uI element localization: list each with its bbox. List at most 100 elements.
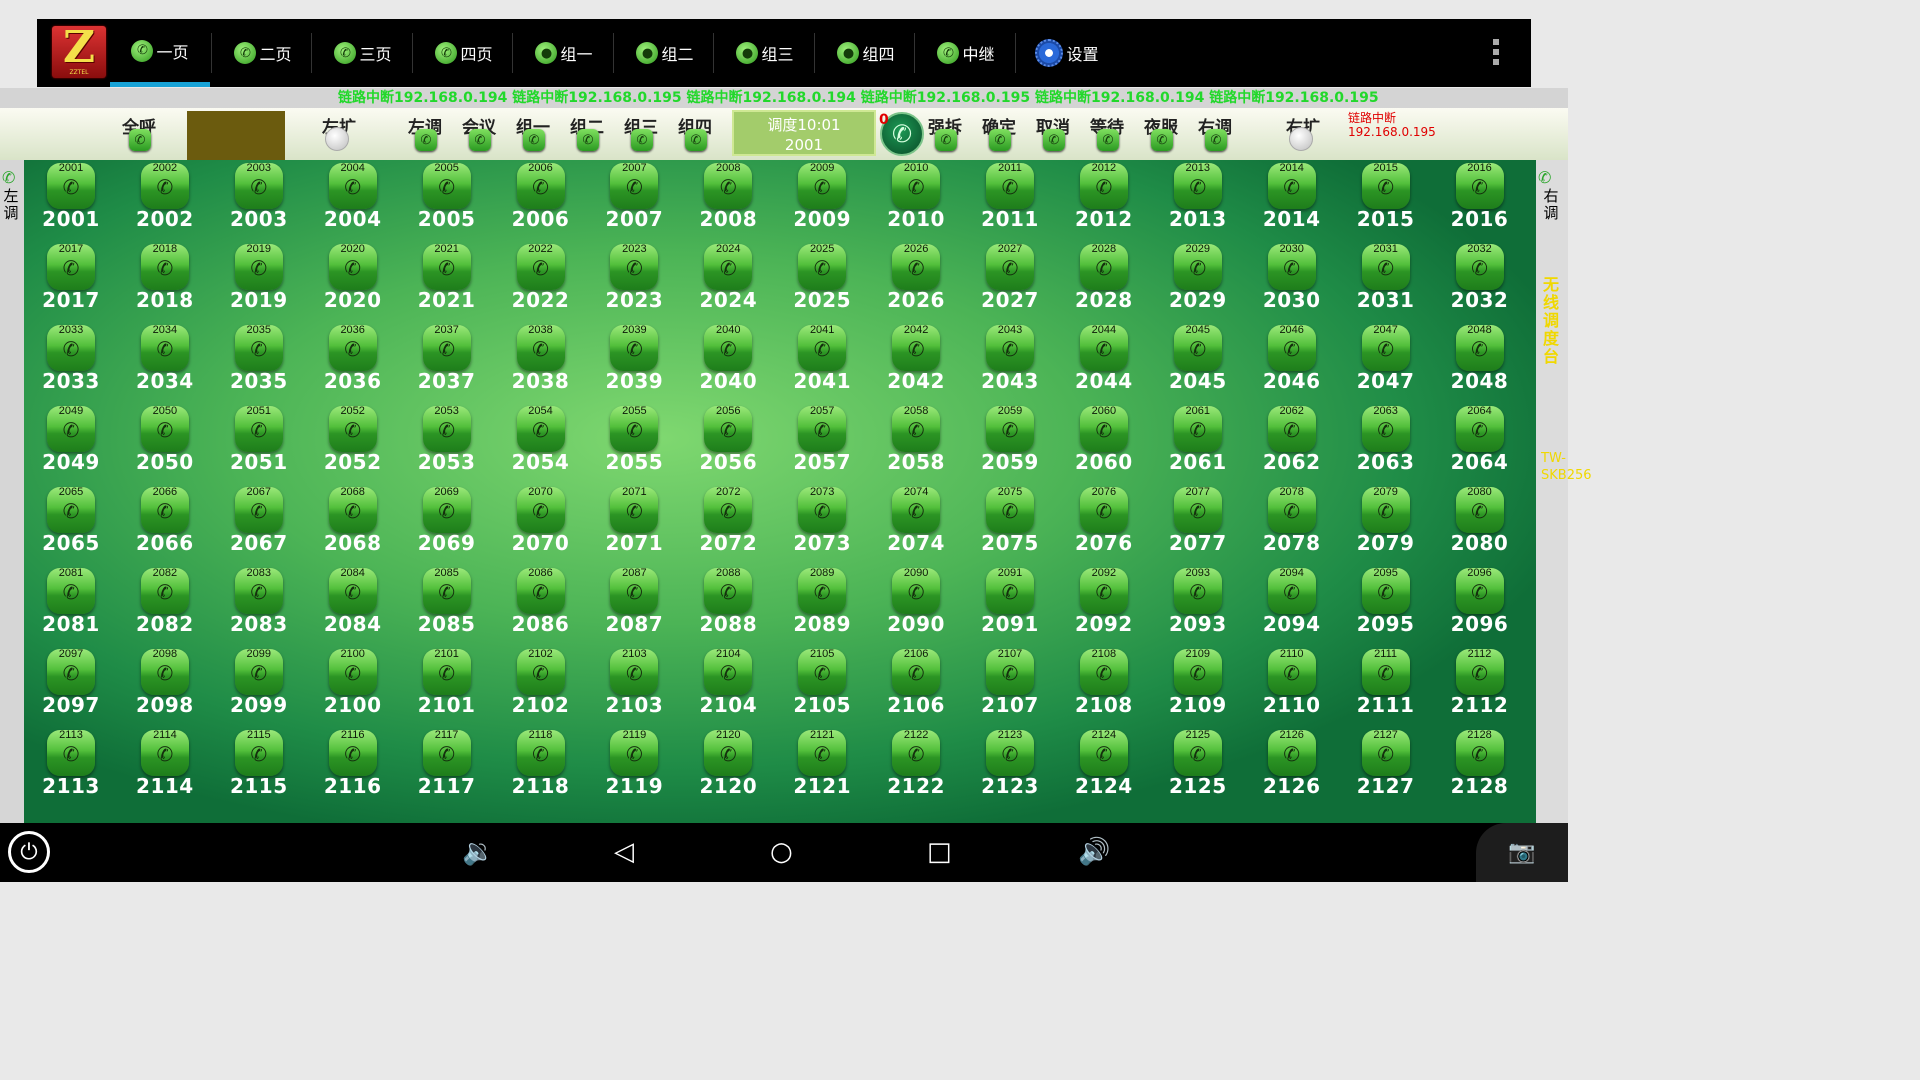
extension-button[interactable]: ✆ 2119 2119 [587, 727, 681, 808]
extension-button[interactable]: ✆ 2020 2020 [306, 241, 400, 322]
extension-button[interactable]: ✆ 2027 2027 [963, 241, 1057, 322]
meeting-button[interactable]: 会议 ✆ [452, 111, 506, 159]
extension-button[interactable]: ✆ 2058 2058 [869, 403, 963, 484]
tab-page-2[interactable]: ✆ 二页 [213, 19, 313, 87]
extension-button[interactable]: ✆ 2081 2081 [24, 565, 118, 646]
extension-button[interactable]: ✆ 2024 2024 [681, 241, 775, 322]
extension-button[interactable]: ✆ 2041 2041 [775, 322, 869, 403]
extension-button[interactable]: ✆ 2127 2127 [1339, 727, 1433, 808]
extension-button[interactable]: ✆ 2083 2083 [212, 565, 306, 646]
tab-page-1[interactable]: ✆ 一页 [110, 19, 210, 87]
extension-button[interactable]: ✆ 2044 2044 [1057, 322, 1151, 403]
back-icon[interactable]: ◁ [614, 836, 634, 868]
extension-button[interactable]: ✆ 2010 2010 [869, 160, 963, 241]
extension-button[interactable]: ✆ 2043 2043 [963, 322, 1057, 403]
extension-button[interactable]: ✆ 2114 2114 [118, 727, 212, 808]
group3-button[interactable]: 组三 ✆ [614, 111, 668, 159]
extension-button[interactable]: ✆ 2022 2022 [494, 241, 588, 322]
extension-button[interactable]: ✆ 2005 2005 [400, 160, 494, 241]
tab-group-2[interactable]: ● 组二 [615, 19, 715, 87]
extension-button[interactable]: ✆ 2045 2045 [1151, 322, 1245, 403]
extension-button[interactable]: ✆ 2029 2029 [1151, 241, 1245, 322]
extension-button[interactable]: ✆ 2084 2084 [306, 565, 400, 646]
tab-trunk[interactable]: ✆ 中继 [916, 19, 1016, 87]
extension-button[interactable]: ✆ 2093 2093 [1151, 565, 1245, 646]
extension-button[interactable]: ✆ 2037 2037 [400, 322, 494, 403]
right-expand-button[interactable]: 右扩 [1276, 111, 1330, 159]
extension-button[interactable]: ✆ 2035 2035 [212, 322, 306, 403]
right-adjust-button[interactable]: 右调 ✆ [1188, 111, 1242, 159]
extension-button[interactable]: ✆ 2123 2123 [963, 727, 1057, 808]
extension-button[interactable]: ✆ 2026 2026 [869, 241, 963, 322]
extension-button[interactable]: ✆ 2110 2110 [1245, 646, 1339, 727]
extension-button[interactable]: ✆ 2095 2095 [1339, 565, 1433, 646]
left-expand-button[interactable]: 左扩 [312, 111, 366, 159]
extension-button[interactable]: ✆ 2096 2096 [1433, 565, 1527, 646]
extension-button[interactable]: ✆ 2091 2091 [963, 565, 1057, 646]
extension-button[interactable]: ✆ 2082 2082 [118, 565, 212, 646]
extension-button[interactable]: ✆ 2003 2003 [212, 160, 306, 241]
extension-button[interactable]: ✆ 2086 2086 [494, 565, 588, 646]
extension-button[interactable]: ✆ 2059 2059 [963, 403, 1057, 484]
tab-page-4[interactable]: ✆ 四页 [414, 19, 514, 87]
volume-down-icon[interactable]: 🔉 [462, 836, 494, 868]
extension-button[interactable]: ✆ 2079 2079 [1339, 484, 1433, 565]
extension-button[interactable]: ✆ 2008 2008 [681, 160, 775, 241]
screenshot-icon[interactable]: 📷 [1476, 823, 1568, 882]
extension-button[interactable]: ✆ 2002 2002 [118, 160, 212, 241]
extension-button[interactable]: ✆ 2009 2009 [775, 160, 869, 241]
extension-button[interactable]: ✆ 2089 2089 [775, 565, 869, 646]
extension-button[interactable]: ✆ 2109 2109 [1151, 646, 1245, 727]
extension-button[interactable]: ✆ 2107 2107 [963, 646, 1057, 727]
extension-button[interactable]: ✆ 2125 2125 [1151, 727, 1245, 808]
extension-button[interactable]: ✆ 2071 2071 [587, 484, 681, 565]
extension-button[interactable]: ✆ 2052 2052 [306, 403, 400, 484]
left-side-panel[interactable]: ✆ 左调 [0, 160, 24, 823]
extension-button[interactable]: ✆ 2116 2116 [306, 727, 400, 808]
extension-button[interactable]: ✆ 2088 2088 [681, 565, 775, 646]
extension-button[interactable]: ✆ 2048 2048 [1433, 322, 1527, 403]
night-service-button[interactable]: 夜服 ✆ [1134, 111, 1188, 159]
extension-button[interactable]: ✆ 2115 2115 [212, 727, 306, 808]
extension-button[interactable]: ✆ 2106 2106 [869, 646, 963, 727]
extension-button[interactable]: ✆ 2019 2019 [212, 241, 306, 322]
extension-button[interactable]: ✆ 2060 2060 [1057, 403, 1151, 484]
extension-button[interactable]: ✆ 2023 2023 [587, 241, 681, 322]
extension-button[interactable]: ✆ 2011 2011 [963, 160, 1057, 241]
extension-button[interactable]: ✆ 2113 2113 [24, 727, 118, 808]
extension-button[interactable]: ✆ 2025 2025 [775, 241, 869, 322]
extension-button[interactable]: ✆ 2097 2097 [24, 646, 118, 727]
cancel-button[interactable]: 取消 ✆ [1026, 111, 1080, 159]
extension-button[interactable]: ✆ 2069 2069 [400, 484, 494, 565]
extension-button[interactable]: ✆ 2117 2117 [400, 727, 494, 808]
extension-button[interactable]: ✆ 2090 2090 [869, 565, 963, 646]
extension-button[interactable]: ✆ 2001 2001 [24, 160, 118, 241]
tab-group-1[interactable]: ● 组一 [514, 19, 614, 87]
extension-button[interactable]: ✆ 2038 2038 [494, 322, 588, 403]
extension-button[interactable]: ✆ 2028 2028 [1057, 241, 1151, 322]
extension-button[interactable]: ✆ 2017 2017 [24, 241, 118, 322]
extension-button[interactable]: ✆ 2126 2126 [1245, 727, 1339, 808]
extension-button[interactable]: ✆ 2057 2057 [775, 403, 869, 484]
extension-button[interactable]: ✆ 2050 2050 [118, 403, 212, 484]
extension-button[interactable]: ✆ 2080 2080 [1433, 484, 1527, 565]
extension-button[interactable]: ✆ 2124 2124 [1057, 727, 1151, 808]
tab-page-3[interactable]: ✆ 三页 [313, 19, 413, 87]
group4-button[interactable]: 组四 ✆ [668, 111, 722, 159]
extension-button[interactable]: ✆ 2034 2034 [118, 322, 212, 403]
extension-button[interactable]: ✆ 2056 2056 [681, 403, 775, 484]
extension-button[interactable]: ✆ 2036 2036 [306, 322, 400, 403]
extension-button[interactable]: ✆ 2049 2049 [24, 403, 118, 484]
extension-button[interactable]: ✆ 2012 2012 [1057, 160, 1151, 241]
extension-button[interactable]: ✆ 2007 2007 [587, 160, 681, 241]
extension-button[interactable]: ✆ 2120 2120 [681, 727, 775, 808]
extension-button[interactable]: ✆ 2046 2046 [1245, 322, 1339, 403]
home-icon[interactable]: ○ [770, 836, 793, 868]
recents-icon[interactable]: □ [927, 836, 952, 868]
extension-button[interactable]: ✆ 2118 2118 [494, 727, 588, 808]
left-adjust-button[interactable]: 左调 ✆ [398, 111, 452, 159]
tab-group-3[interactable]: ● 组三 [715, 19, 815, 87]
extension-button[interactable]: ✆ 2078 2078 [1245, 484, 1339, 565]
extension-button[interactable]: ✆ 2061 2061 [1151, 403, 1245, 484]
right-side-panel[interactable]: ✆ 右调 [1536, 160, 1568, 823]
